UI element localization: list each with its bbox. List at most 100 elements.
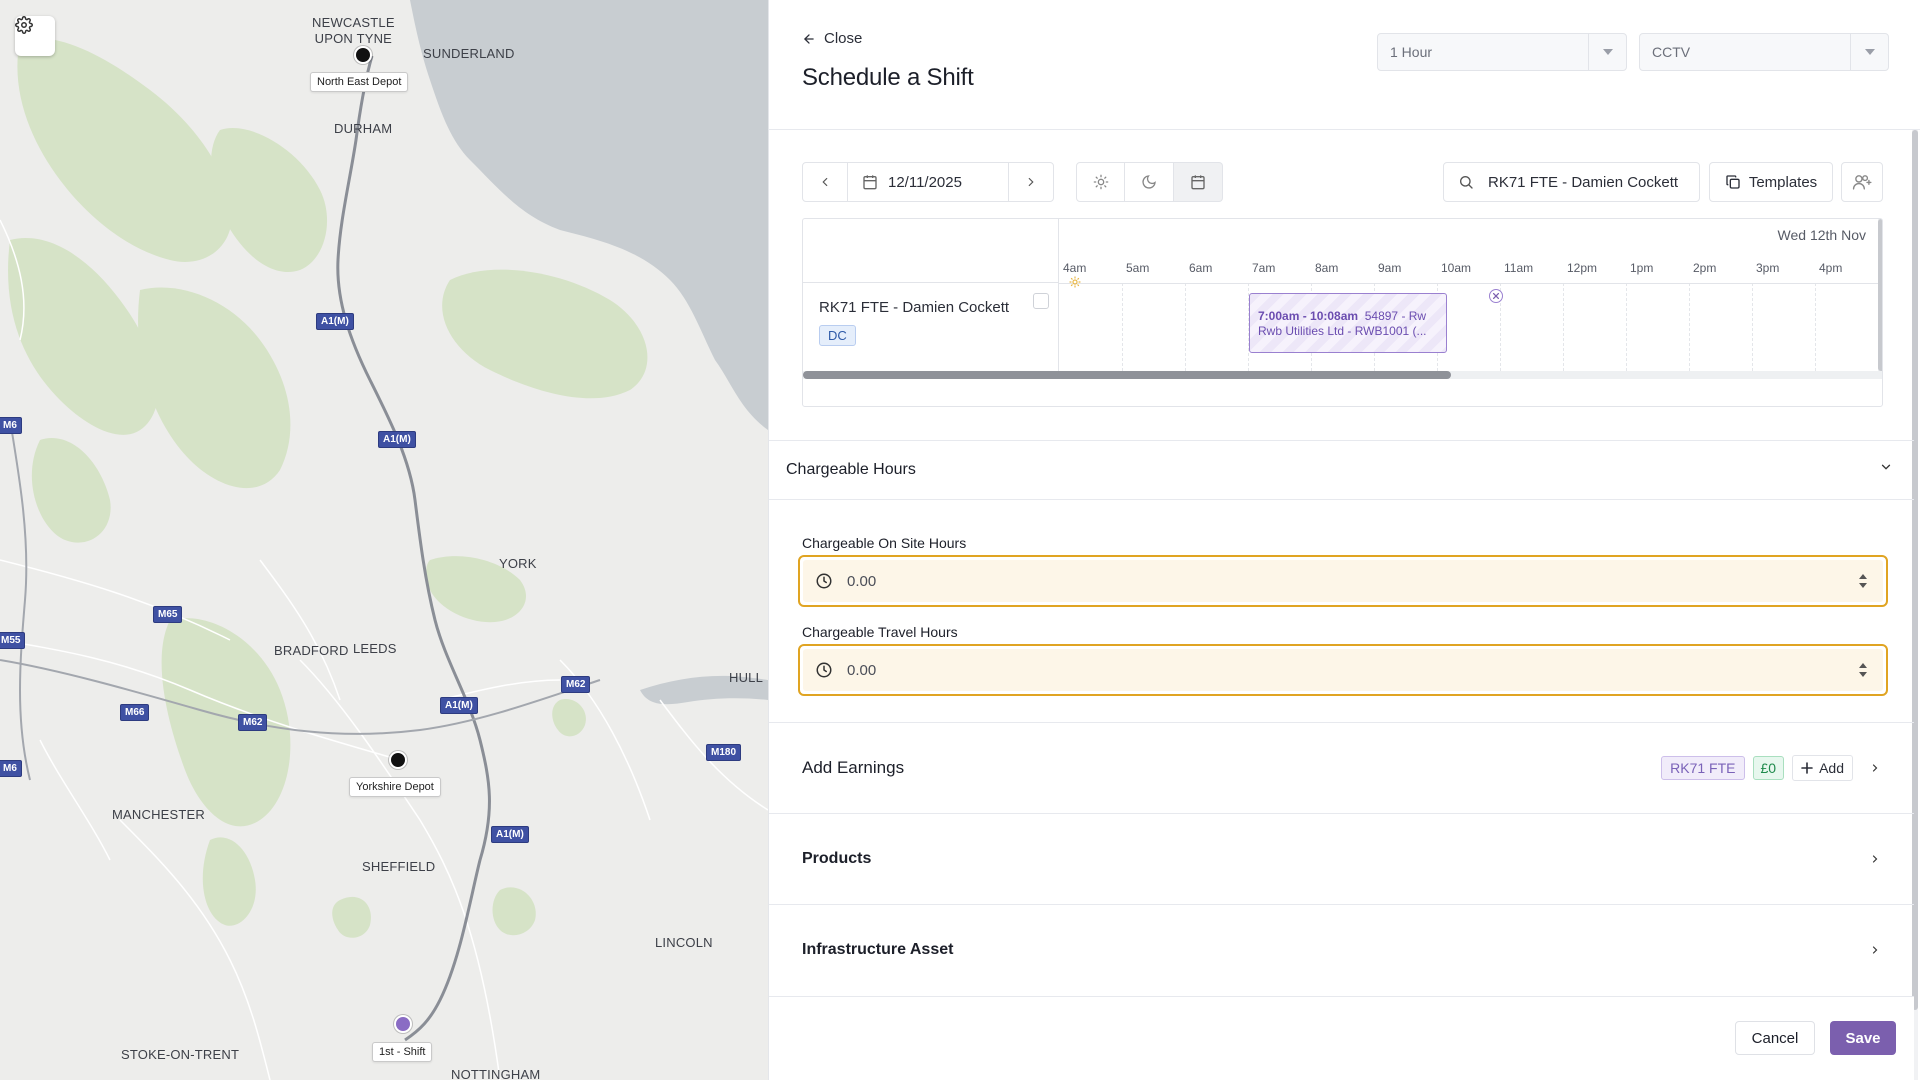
on-site-hours-field[interactable]: 0.00 [798,555,1888,607]
chevron-right-icon[interactable] [1863,762,1887,774]
chevron-right-icon[interactable] [1863,853,1887,865]
arrow-left-icon [804,33,814,44]
timeline-hour-gridline [1563,283,1564,371]
chargeable-hours-header[interactable]: Chargeable Hours [786,461,916,479]
map-label-nottingham: NOTTINGHAM [451,1067,541,1080]
m6-road [9,419,31,781]
map-settings-button[interactable] [15,16,55,56]
road-shield-a1m: A1(M) [440,697,478,714]
timeline-horizontal-scrollbar-thumb[interactable] [803,371,1451,379]
marker-first-shift[interactable] [394,1015,412,1033]
timeline-row-divider [1059,283,1882,284]
add-earnings-title: Add Earnings [802,758,905,777]
templates-button[interactable]: Templates [1709,162,1833,202]
stepper-icon [1859,574,1867,588]
timeline-hour-label: 7am [1252,261,1276,275]
panel-header: Close Schedule a Shift 1 Hour CCTV [769,0,1920,130]
next-day-button[interactable] [1008,162,1054,202]
a1m-road [336,55,491,1042]
previous-day-button[interactable] [802,162,848,202]
resource-search-input[interactable]: RK71 FTE - Damien Cockett [1443,162,1700,202]
date-picker[interactable]: 12/11/2025 [848,162,1008,202]
map-label-durham: DURHAM [334,121,393,136]
marker-north-east-depot[interactable] [354,46,372,64]
timeline-hour-label: 4pm [1819,261,1843,275]
on-site-hours-inner[interactable]: 0.00 [803,560,1883,602]
shift-ref: 54897 - Rw [1364,309,1427,323]
cancel-button[interactable]: Cancel [1735,1021,1815,1055]
panel-scrollbar-thumb[interactable] [1912,130,1918,1010]
calendar-icon [863,175,877,190]
timeline-horizontal-scrollbar[interactable] [803,371,1882,379]
road-shield-m6: M6 [0,417,22,434]
m62-road [0,659,601,735]
close-icon [1492,292,1500,300]
road-shield-m6: M6 [0,760,22,777]
type-select-value: CCTV [1652,44,1691,60]
chevron-down-icon [1588,34,1626,70]
travel-hours-value: 0.00 [847,661,877,679]
save-button[interactable]: Save [1830,1021,1896,1055]
products-title: Products [802,850,872,867]
panel-scrollbar[interactable] [1912,130,1918,1080]
search-value: RK71 FTE - Damien Cockett [1488,173,1679,191]
calendar-view-button[interactable] [1174,162,1223,202]
marker-label-north-east-depot[interactable]: North East Depot [310,72,409,92]
gear-icon [15,16,33,34]
earnings-resource-tag: RK71 FTE [1661,756,1745,780]
road-shield-m66: M66 [120,704,150,721]
map-canvas[interactable] [0,0,768,1080]
chevron-down-icon [1881,464,1891,470]
search-icon [1460,176,1473,189]
travel-hours-stepper[interactable] [1843,662,1883,678]
timeline-hour-gridline [1815,283,1816,371]
clock-icon [816,662,832,678]
shift-scheduler[interactable]: RK71 FTE - Damien Cockett DC Wed 12th No… [802,218,1883,407]
products-row[interactable]: Products [802,814,1887,904]
day-view-button[interactable] [1076,162,1125,202]
close-button[interactable]: Close [802,30,862,47]
marker-label-first-shift[interactable]: 1st - Shift [372,1042,433,1062]
travel-hours-field[interactable]: 0.00 [798,644,1888,696]
timeline-hour-label: 12pm [1567,261,1598,275]
night-view-button[interactable] [1125,162,1174,202]
timeline-hour-gridline [1752,283,1753,371]
add-earnings-row[interactable]: Add Earnings RK71 FTE £0 Add [802,723,1887,813]
add-earning-button[interactable]: Add [1792,755,1853,781]
chevron-down-icon [1850,34,1888,70]
map-label-stoke: STOKE-ON-TRENT [121,1047,240,1062]
timeline-hour-label: 8am [1315,261,1339,275]
map-label-sunderland: SUNDERLAND [423,46,515,61]
moon-icon [1142,175,1156,189]
duration-select[interactable]: 1 Hour [1377,33,1627,71]
chevron-right-icon[interactable] [1863,944,1887,956]
timeline-hour-label: 1pm [1630,261,1654,275]
page-title: Schedule a Shift [802,64,974,91]
travel-hours-label: Chargeable Travel Hours [802,624,958,640]
sun-icon [1093,174,1108,190]
map-label-hull: HULL [729,670,764,685]
map-label-manchester: MANCHESTER [112,807,206,822]
timeline-vertical-scrollbar-thumb[interactable] [1878,219,1882,371]
marker-label-yorkshire-depot[interactable]: Yorkshire Depot [349,777,441,797]
map-label-lincoln: LINCOLN [655,935,713,950]
on-site-hours-value: 0.00 [847,572,877,590]
infrastructure-asset-row[interactable]: Infrastructure Asset [802,905,1887,995]
map-label-york: YORK [499,556,537,571]
resource-checkbox[interactable] [1033,293,1049,309]
scheduler-resource-header [803,219,1058,283]
timeline-vertical-scrollbar[interactable] [1878,219,1882,371]
type-select[interactable]: CCTV [1639,33,1889,71]
add-resource-button[interactable] [1841,162,1883,202]
map-view[interactable]: NEWCASTLE UPON TYNE SUNDERLAND DURHAM YO… [0,0,768,1080]
on-site-hours-stepper[interactable] [1843,573,1883,589]
remove-shift-button[interactable] [1489,289,1503,303]
shift-block[interactable]: 7:00am - 10:08am 54897 - Rw Rwb Utilitie… [1249,293,1447,353]
travel-hours-inner[interactable]: 0.00 [803,649,1883,691]
shift-time: 7:00am - 10:08am [1258,309,1359,323]
scheduler-timeline[interactable]: Wed 12th Nov 4am 5am 6am 7am 8am 9am 10am 11am 1… [1059,219,1882,371]
marker-yorkshire-depot[interactable] [389,751,407,769]
map-label-newcastle: NEWCASTLE UPON TYNE [312,15,395,47]
timeline-hour-label: 3pm [1756,261,1780,275]
chargeable-collapse-toggle[interactable] [1879,460,1893,479]
